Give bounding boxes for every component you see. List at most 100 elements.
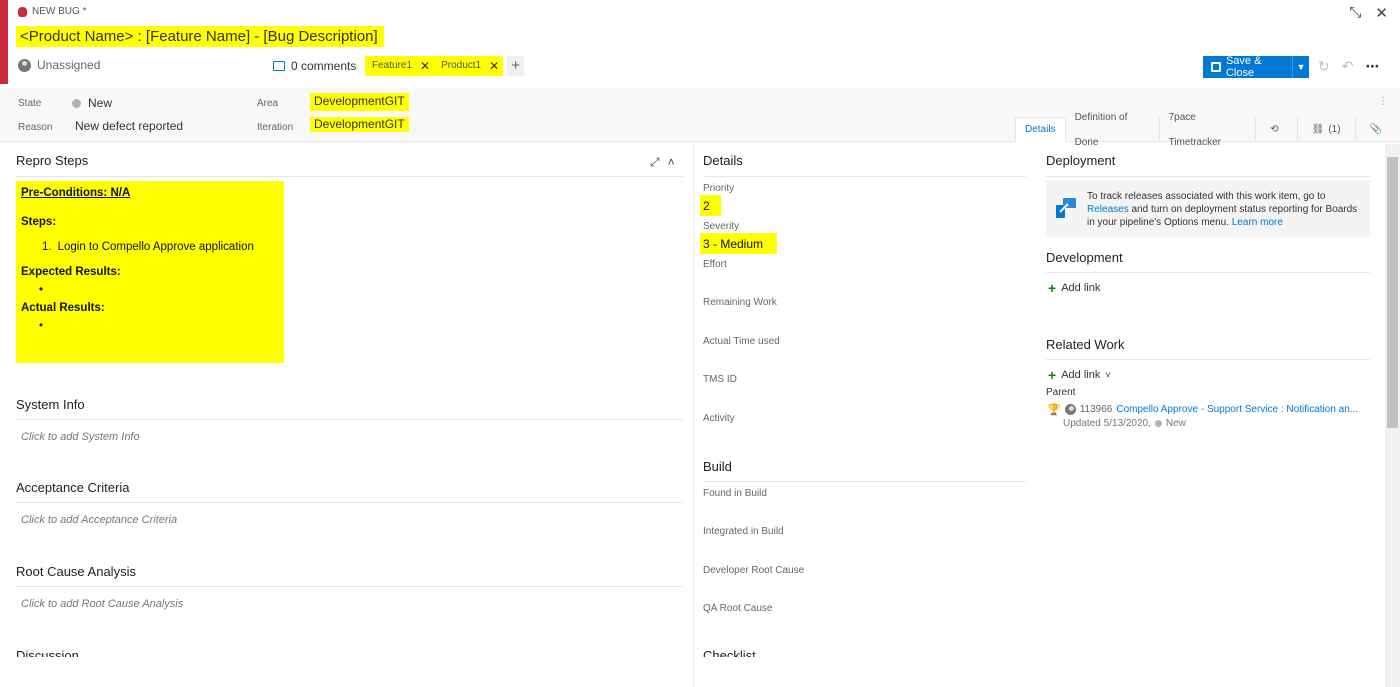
more-actions-icon[interactable]: ⋯ bbox=[1365, 58, 1379, 75]
bug-icon bbox=[18, 6, 27, 17]
state-field[interactable]: New bbox=[72, 96, 112, 110]
iteration-value[interactable]: DevelopmentGIT bbox=[310, 117, 409, 132]
state-dot-icon bbox=[1154, 420, 1162, 427]
actual-results-label: Actual Results: bbox=[21, 302, 105, 314]
repro-steps-title: Repro Steps bbox=[16, 153, 89, 168]
state-value: New bbox=[88, 96, 113, 110]
learn-more-link[interactable]: Learn more bbox=[1232, 217, 1283, 228]
refresh-icon[interactable]: ↻ bbox=[1318, 58, 1330, 75]
build-title: Build bbox=[703, 459, 732, 474]
parent-id: 113966 bbox=[1079, 404, 1113, 415]
developer-root-cause-label: Developer Root Cause bbox=[703, 565, 805, 576]
links-count: (1) bbox=[1328, 124, 1341, 135]
tab-links[interactable]: ⛓ (1) bbox=[1298, 117, 1356, 142]
link-icon: ⛓ bbox=[1311, 124, 1325, 135]
page-tabs: Details Definition of Done 7pace Timetra… bbox=[1015, 112, 1400, 148]
acceptance-criteria-title: Acceptance Criteria bbox=[16, 480, 130, 495]
toolbar-actions: ↻ ↶ ⋯ bbox=[1318, 58, 1379, 75]
save-dropdown-chevron-icon[interactable]: ▼ bbox=[1293, 62, 1309, 72]
details-title: Details bbox=[703, 153, 743, 168]
scrollbar-thumb[interactable] bbox=[1387, 157, 1398, 428]
found-in-build-label: Found in Build bbox=[703, 488, 767, 499]
add-tag-button[interactable]: + bbox=[507, 56, 525, 76]
reason-value[interactable]: New defect reported bbox=[75, 119, 183, 133]
close-icon[interactable]: ✕ bbox=[1375, 4, 1388, 22]
work-item-type: NEW BUG * bbox=[18, 6, 86, 17]
preconditions-text: Pre-Conditions: N/A bbox=[21, 187, 131, 199]
chevron-up-icon[interactable]: ˄ bbox=[668, 155, 675, 170]
parent-title-link[interactable]: Compello Approve - Support Service : Not… bbox=[1116, 404, 1358, 415]
repro-steps-editor[interactable]: Pre-Conditions: N/A Steps: 1. Login to C… bbox=[16, 181, 284, 363]
severity-value[interactable]: 3 - Medium bbox=[700, 233, 777, 254]
build-divider bbox=[703, 481, 1026, 482]
priority-value[interactable]: 2 bbox=[700, 195, 721, 216]
work-item-color-bar bbox=[0, 0, 8, 84]
tab-details[interactable]: Details bbox=[1015, 117, 1066, 142]
pipelines-icon bbox=[1056, 198, 1076, 218]
assignee-picker[interactable]: Unassigned bbox=[18, 58, 100, 72]
comments-link[interactable]: 0 comments bbox=[273, 59, 356, 73]
save-label: Save & Close bbox=[1225, 55, 1262, 79]
actual-time-label: Actual Time used bbox=[703, 336, 780, 347]
tms-id-label: TMS ID bbox=[703, 374, 737, 385]
assignee-name: Unassigned bbox=[37, 58, 101, 72]
collapse-icon[interactable]: ⤡ bbox=[1349, 4, 1361, 22]
root-cause-analysis-input[interactable]: Click to add Root Cause Analysis bbox=[21, 598, 183, 610]
severity-label: Severity bbox=[703, 221, 740, 232]
system-info-divider bbox=[16, 419, 683, 420]
plus-icon: + bbox=[1048, 367, 1057, 383]
history-icon: ⟲ bbox=[1270, 124, 1279, 135]
state-label: State bbox=[18, 98, 42, 109]
expected-results-label: Expected Results: bbox=[21, 266, 121, 278]
tab-timetracker[interactable]: 7pace Timetracker bbox=[1160, 112, 1257, 148]
chevron-down-icon: ˅ bbox=[1105, 370, 1111, 380]
discussion-title: Discussion bbox=[16, 648, 79, 657]
reason-label: Reason bbox=[18, 122, 53, 133]
comment-icon bbox=[273, 61, 285, 71]
area-value[interactable]: DevelopmentGIT bbox=[310, 93, 409, 111]
save-close-main[interactable]: Save & Close bbox=[1203, 55, 1293, 79]
deployment-title: Deployment bbox=[1046, 153, 1116, 168]
effort-label: Effort bbox=[703, 259, 727, 270]
parent-link-item[interactable]: 🏆 113966 Compello Approve - Support Serv… bbox=[1047, 403, 1358, 416]
plus-icon: + bbox=[1048, 280, 1057, 296]
root-cause-analysis-title: Root Cause Analysis bbox=[16, 564, 136, 579]
deployment-divider bbox=[1046, 176, 1370, 177]
avatar bbox=[1064, 404, 1076, 415]
parent-meta: Updated 5/13/2020, New bbox=[1063, 418, 1186, 429]
window-controls: ⤡ ✕ bbox=[1349, 4, 1388, 22]
parent-updated: Updated 5/13/2020, bbox=[1063, 418, 1151, 429]
undo-icon[interactable]: ↶ bbox=[1342, 58, 1354, 75]
maximize-icon[interactable]: ⤢ bbox=[650, 155, 660, 170]
related-add-link[interactable]: + Add link ˅ bbox=[1048, 367, 1111, 383]
avatar bbox=[18, 58, 31, 72]
activity-label: Activity bbox=[703, 413, 735, 424]
development-add-link[interactable]: + Add link bbox=[1048, 280, 1100, 296]
development-divider bbox=[1046, 272, 1370, 273]
comments-count: 0 comments bbox=[291, 59, 357, 73]
tab-history[interactable]: ⟲ bbox=[1256, 117, 1298, 142]
tab-definition-of-done[interactable]: Definition of Done bbox=[1066, 112, 1160, 148]
releases-link[interactable]: Releases bbox=[1087, 204, 1129, 215]
fields-more-icon[interactable]: ⋮ bbox=[1378, 96, 1388, 107]
remove-tag-icon[interactable]: ✕ bbox=[489, 56, 499, 76]
step-item: 1. Login to Compello Approve application bbox=[42, 241, 279, 253]
system-info-input[interactable]: Click to add System Info bbox=[21, 431, 140, 443]
tag-feature1[interactable]: Feature1 ✕ bbox=[365, 56, 435, 76]
tab-attachments[interactable]: 📎 bbox=[1356, 117, 1400, 142]
work-item-type-label: NEW BUG * bbox=[32, 6, 87, 17]
related-work-title: Related Work bbox=[1046, 337, 1125, 352]
actual-bullet: • bbox=[39, 320, 44, 332]
repro-divider bbox=[16, 176, 683, 177]
parent-label: Parent bbox=[1046, 387, 1076, 398]
details-divider bbox=[703, 176, 1026, 177]
state-dot-icon bbox=[72, 98, 81, 108]
checklist-title: Checklist bbox=[703, 648, 756, 657]
rca-divider bbox=[16, 586, 683, 587]
acceptance-criteria-input[interactable]: Click to add Acceptance Criteria bbox=[21, 514, 177, 526]
deployment-info: To track releases associated with this w… bbox=[1046, 180, 1370, 237]
remove-tag-icon[interactable]: ✕ bbox=[420, 56, 430, 76]
save-close-button[interactable]: Save & Close ▼ bbox=[1203, 55, 1309, 79]
tag-product1[interactable]: Product1 ✕ bbox=[434, 56, 504, 76]
work-item-title[interactable]: <Product Name> : [Feature Name] - [Bug D… bbox=[16, 26, 384, 47]
